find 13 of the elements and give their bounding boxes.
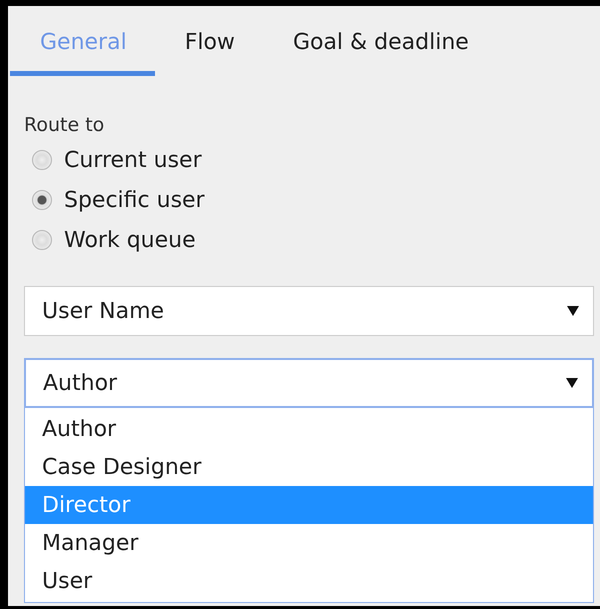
user-dropdown[interactable]: User Name	[24, 286, 594, 336]
radio-button[interactable]	[32, 150, 52, 170]
role-dropdown[interactable]: Author	[24, 358, 594, 408]
caret-icon	[566, 377, 578, 389]
tab[interactable]: Goal & deadline	[262, 16, 497, 76]
tab[interactable]: Flow	[154, 16, 263, 76]
radio-button[interactable]	[32, 190, 52, 210]
radio-label[interactable]: Work queue	[64, 228, 196, 252]
caret-icon	[567, 305, 579, 317]
radio-label[interactable]: Specific user	[64, 188, 205, 212]
radio-label[interactable]: Current user	[64, 148, 202, 172]
route-to-label: Route to	[24, 114, 106, 136]
radio-button[interactable]	[32, 230, 52, 250]
